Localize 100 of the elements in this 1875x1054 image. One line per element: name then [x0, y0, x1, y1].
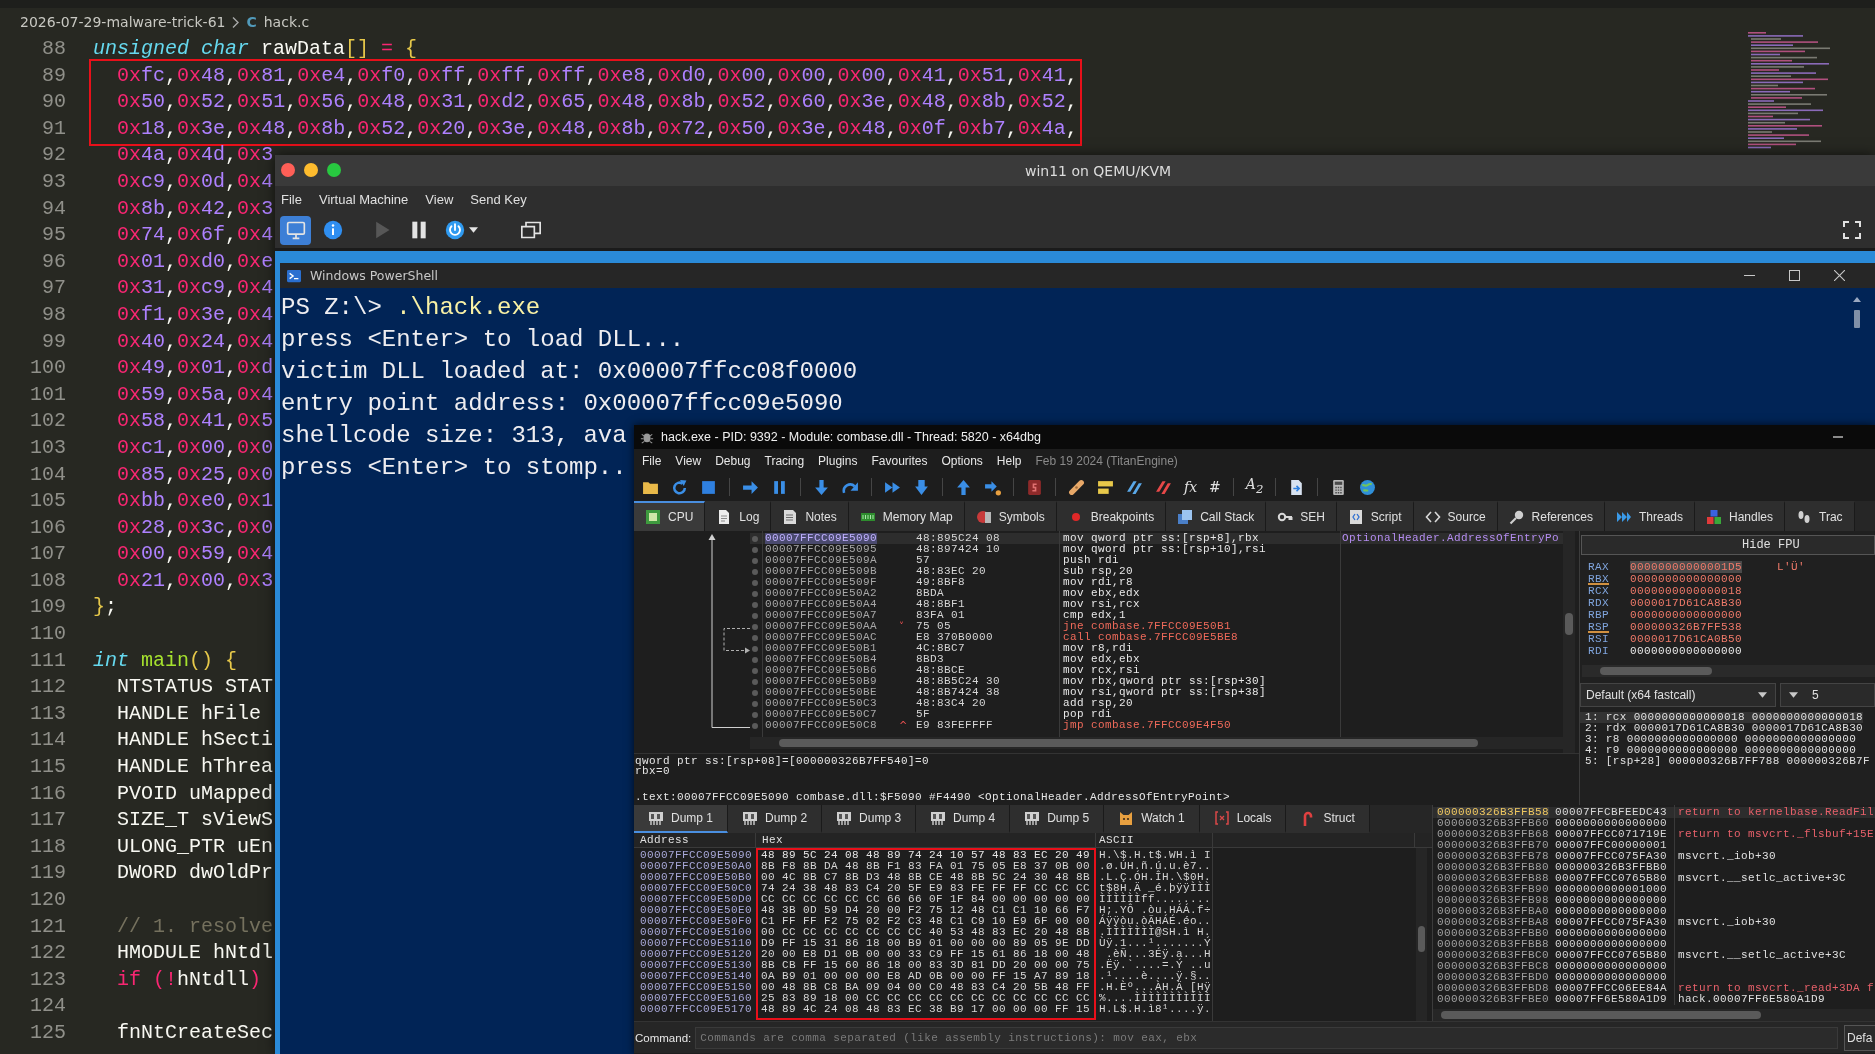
- breadcrumb-folder[interactable]: 2026-07-29-malware-trick-61: [20, 14, 226, 30]
- tab[interactable]: Source: [1413, 501, 1498, 531]
- dot-icon[interactable]: [752, 568, 758, 575]
- mode-dropdown[interactable]: Defa: [1844, 1024, 1875, 1051]
- register-value[interactable]: 0000017D61CA8B30: [1630, 597, 1743, 609]
- argument-row[interactable]: 1: rcx 0000000000000018 0000000000000018: [1580, 712, 1864, 723]
- scrollbar[interactable]: [1582, 665, 1875, 677]
- toolbar-button[interactable]: A$_{2}$: [1245, 476, 1264, 498]
- fullscreen-icon[interactable]: [1843, 221, 1861, 239]
- tab[interactable]: Dump 3: [822, 805, 917, 833]
- circular-arrow-icon[interactable]: [671, 478, 688, 496]
- arrow-up-icon[interactable]: [955, 478, 972, 496]
- scrollbar[interactable]: [750, 737, 1563, 749]
- argument-row[interactable]: 3: r8 0000000000000000 0000000000000000: [1580, 734, 1857, 745]
- tab[interactable]: Watch 1: [1104, 805, 1200, 833]
- scrollbar[interactable]: [1433, 1009, 1875, 1021]
- close-icon[interactable]: [1834, 270, 1845, 281]
- pause-icon[interactable]: [771, 478, 788, 496]
- menu-item[interactable]: Help: [989, 454, 1029, 468]
- dot-icon[interactable]: [752, 535, 758, 542]
- dot-icon[interactable]: [752, 557, 758, 564]
- maximize-icon[interactable]: [327, 163, 341, 177]
- menu-item[interactable]: File: [635, 454, 669, 468]
- register-value[interactable]: 0000000000000018: [1630, 585, 1743, 597]
- dot-icon[interactable]: [752, 546, 758, 553]
- register-value[interactable]: 0000000000000000: [1630, 645, 1743, 657]
- toolbar-button[interactable]: #: [1209, 478, 1221, 496]
- dot-icon[interactable]: [752, 678, 758, 685]
- tab[interactable]: Log: [705, 501, 772, 531]
- menu-item[interactable]: View: [668, 454, 709, 468]
- arrow-down-icon[interactable]: [813, 478, 830, 496]
- menu-item[interactable]: Send Key: [470, 191, 527, 207]
- tab[interactable]: Symbols: [964, 501, 1057, 531]
- stripes-icon[interactable]: [1155, 478, 1172, 496]
- dot-icon[interactable]: [752, 711, 758, 718]
- hide-fpu-button[interactable]: Hide FPU: [1581, 535, 1875, 555]
- breadcrumb-file[interactable]: hack.c: [263, 14, 310, 30]
- lines-icon[interactable]: [1097, 478, 1114, 496]
- dot-icon[interactable]: [752, 601, 758, 608]
- tab[interactable]: Script: [1336, 501, 1414, 531]
- argument-count-field[interactable]: 5: [1780, 683, 1875, 707]
- dot-icon[interactable]: [752, 590, 758, 597]
- register-value[interactable]: 000000326B7FF538: [1630, 621, 1743, 633]
- tab[interactable]: Dump 1: [634, 805, 729, 833]
- tab[interactable]: Call Stack: [1166, 501, 1267, 531]
- arrow-down-icon[interactable]: [913, 478, 930, 496]
- tab[interactable]: SEH: [1266, 501, 1337, 531]
- toolbar-button[interactable]: fx: [1184, 478, 1198, 496]
- menu-item[interactable]: View: [425, 191, 454, 207]
- menu-item[interactable]: Debug: [708, 454, 758, 468]
- dot-icon[interactable]: [752, 689, 758, 696]
- stop-icon[interactable]: [700, 478, 717, 496]
- dot-icon[interactable]: [752, 634, 758, 641]
- menu-item[interactable]: Tracing: [757, 454, 812, 468]
- tab[interactable]: Memory Map: [848, 501, 965, 531]
- menu-item[interactable]: Plugins: [811, 454, 865, 468]
- argument-row[interactable]: 5: [rsp+28] 000000326B7FF788 000000326B7F: [1580, 756, 1870, 767]
- dot-icon[interactable]: [752, 700, 758, 707]
- register-value[interactable]: 0000000000000000: [1630, 573, 1743, 585]
- tab[interactable]: Trac: [1785, 501, 1855, 531]
- tile-icon[interactable]: [1026, 478, 1043, 496]
- dot-icon[interactable]: [752, 623, 758, 630]
- tab[interactable]: Locals: [1199, 805, 1287, 833]
- tab[interactable]: Dump 5: [1010, 805, 1105, 833]
- dot-icon[interactable]: [752, 722, 758, 729]
- register-value[interactable]: 0000017D61CA0B50: [1630, 633, 1743, 645]
- menu-item[interactable]: Virtual Machine: [318, 191, 409, 207]
- register-value[interactable]: 0000000000000000: [1630, 609, 1743, 621]
- minimize-icon[interactable]: [304, 163, 318, 177]
- scrollbar[interactable]: [1563, 531, 1575, 753]
- dot-icon[interactable]: [752, 656, 758, 663]
- tab[interactable]: Notes: [771, 501, 849, 531]
- tab[interactable]: Handles: [1695, 501, 1785, 531]
- dot-icon[interactable]: [752, 612, 758, 619]
- column-header[interactable]: ASCII: [1099, 834, 1134, 846]
- tab[interactable]: Dump 2: [728, 805, 823, 833]
- maximize-icon[interactable]: [1789, 270, 1800, 281]
- bandage-icon[interactable]: [1068, 478, 1085, 496]
- argument-row[interactable]: 2: rdx 0000017D61CA8B30 0000017D61CA8B30: [1580, 723, 1864, 734]
- stripes-icon[interactable]: [1126, 478, 1143, 496]
- toolbar-button[interactable]: [280, 215, 311, 245]
- dot-icon[interactable]: [752, 667, 758, 674]
- argument-row[interactable]: 4: r9 0000000000000000 0000000000000000: [1580, 745, 1857, 756]
- menu-item[interactable]: File: [281, 191, 302, 207]
- calling-convention-dropdown[interactable]: Default (x64 fastcall): [1580, 683, 1776, 707]
- globe-icon[interactable]: [1359, 478, 1377, 496]
- scrollbar[interactable]: [1416, 848, 1427, 1021]
- menu-item[interactable]: Favourites: [864, 454, 935, 468]
- column-header[interactable]: Address: [640, 834, 689, 846]
- tab[interactable]: Threads: [1604, 501, 1695, 531]
- menu-item[interactable]: Options: [934, 454, 990, 468]
- tab[interactable]: Struct: [1286, 805, 1370, 833]
- tab[interactable]: References: [1497, 501, 1605, 531]
- tab[interactable]: Breakpoints: [1056, 501, 1167, 531]
- tab[interactable]: CPU: [634, 501, 706, 531]
- arrow-to-dot-icon[interactable]: [984, 478, 1001, 496]
- dot-icon[interactable]: [752, 645, 758, 652]
- tab[interactable]: Dump 4: [916, 805, 1011, 833]
- command-field[interactable]: Commands are comma separated (like assembly instructions): mov eax, ebx: [695, 1026, 1838, 1049]
- dot-icon[interactable]: [752, 579, 758, 586]
